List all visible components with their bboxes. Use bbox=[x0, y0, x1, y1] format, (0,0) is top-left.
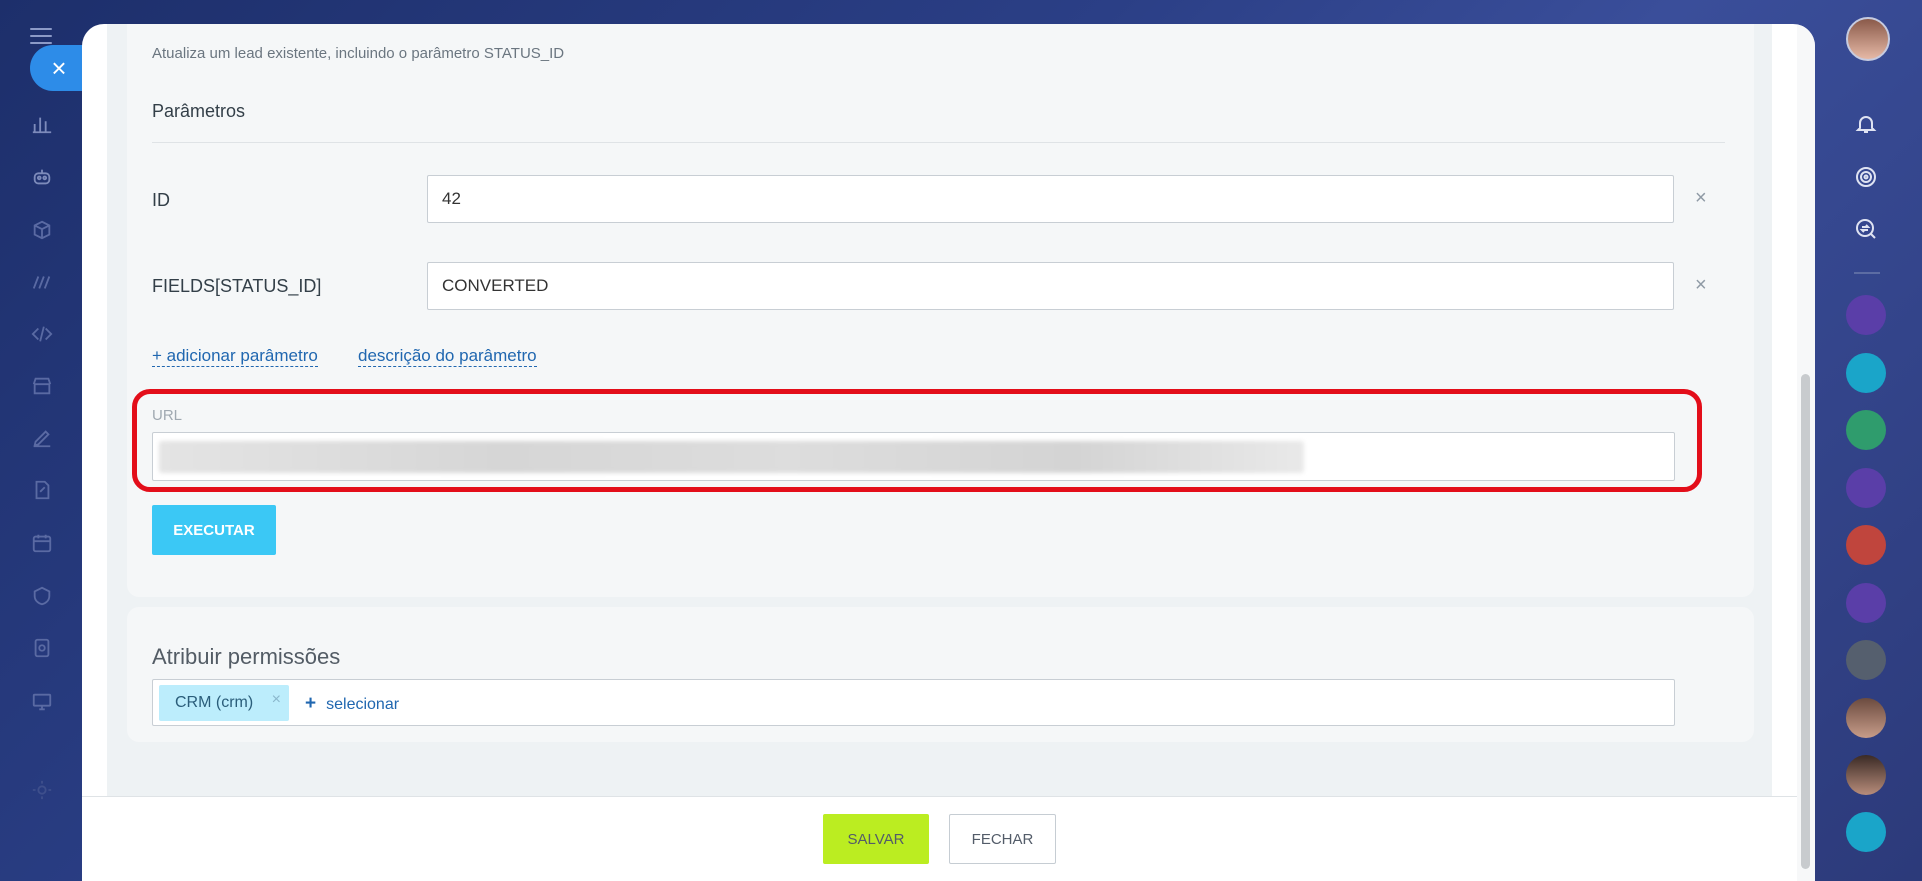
add-param-link[interactable]: + adicionar parâmetro bbox=[152, 346, 318, 367]
params-title: Parâmetros bbox=[152, 101, 246, 121]
select-scope-link[interactable]: + selecionar bbox=[305, 693, 399, 715]
monitor-icon[interactable] bbox=[28, 688, 56, 716]
scope-tag: CRM (crm) × bbox=[159, 685, 289, 721]
task-chat-icon[interactable] bbox=[1846, 353, 1886, 393]
openline-chat-icon[interactable] bbox=[1846, 295, 1886, 335]
store-icon[interactable] bbox=[28, 372, 56, 400]
group-chat-icon[interactable] bbox=[1846, 525, 1886, 565]
param-description-link[interactable]: descrição do parâmetro bbox=[358, 346, 537, 367]
calendar-icon[interactable] bbox=[28, 529, 56, 557]
right-sidebar bbox=[1812, 0, 1922, 881]
param-name: ID bbox=[152, 190, 170, 210]
target-icon[interactable] bbox=[1846, 157, 1886, 197]
left-sidebar: × bbox=[0, 0, 88, 881]
user-avatar[interactable] bbox=[1846, 17, 1890, 61]
contact-avatar[interactable] bbox=[1846, 698, 1886, 738]
bell-icon[interactable] bbox=[1846, 104, 1886, 144]
pen-icon[interactable] bbox=[28, 424, 56, 452]
url-blurred-value bbox=[159, 441, 1304, 473]
panel-content: Atualiza um lead existente, incluindo o … bbox=[107, 24, 1772, 796]
remove-param-button[interactable]: × bbox=[1695, 274, 1707, 297]
scrollbar[interactable] bbox=[1797, 24, 1815, 881]
url-label: URL bbox=[152, 407, 183, 424]
permissions-card: Atribuir permissões CRM (crm) × + selecio… bbox=[127, 607, 1754, 742]
permissions-selector[interactable]: CRM (crm) × + selecionar bbox=[152, 679, 1675, 726]
contact-avatar[interactable] bbox=[1846, 755, 1886, 795]
sign-icon[interactable] bbox=[28, 268, 56, 296]
shield-icon[interactable] bbox=[28, 582, 56, 610]
remove-param-button[interactable]: × bbox=[1695, 187, 1707, 210]
gear-icon[interactable] bbox=[28, 776, 56, 804]
divider bbox=[1854, 272, 1880, 274]
divider bbox=[152, 142, 1725, 143]
slider-panel: Atualiza um lead existente, incluindo o … bbox=[82, 24, 1815, 881]
document-edit-icon[interactable] bbox=[28, 476, 56, 504]
settings-box-icon[interactable] bbox=[28, 634, 56, 662]
scrollbar-thumb[interactable] bbox=[1801, 374, 1810, 869]
group-chat-icon[interactable] bbox=[1846, 410, 1886, 450]
robot-icon[interactable] bbox=[28, 163, 56, 191]
footer-bar: SALVAR FECHAR bbox=[82, 796, 1797, 881]
permissions-title: Atribuir permissões bbox=[152, 644, 341, 669]
method-description: Atualiza um lead existente, incluindo o … bbox=[152, 45, 565, 62]
chart-icon[interactable] bbox=[28, 110, 56, 138]
close-slider-button[interactable]: × bbox=[30, 45, 88, 91]
search-refresh-icon[interactable] bbox=[1846, 209, 1886, 249]
chat-bubble-icon[interactable] bbox=[1846, 812, 1886, 852]
url-field[interactable] bbox=[152, 432, 1675, 481]
close-button[interactable]: FECHAR bbox=[949, 814, 1056, 864]
close-icon: × bbox=[51, 52, 67, 83]
openline-chat-icon[interactable] bbox=[1846, 583, 1886, 623]
scope-tag-label: CRM (crm) bbox=[175, 694, 254, 711]
plus-icon: + bbox=[305, 693, 317, 714]
remove-scope-button[interactable]: × bbox=[272, 691, 281, 709]
select-scope-label: selecionar bbox=[326, 696, 400, 713]
code-icon[interactable] bbox=[28, 320, 56, 348]
save-button[interactable]: SALVAR bbox=[823, 814, 929, 864]
param-name: FIELDS[STATUS_ID] bbox=[152, 276, 322, 296]
execute-button[interactable]: EXECUTAR bbox=[152, 505, 276, 555]
openline-chat-icon[interactable] bbox=[1846, 468, 1886, 508]
method-card: Atualiza um lead existente, incluindo o … bbox=[127, 24, 1754, 597]
status-circle-icon[interactable] bbox=[1846, 640, 1886, 680]
param-value-input[interactable] bbox=[427, 175, 1674, 223]
param-value-input[interactable] bbox=[427, 262, 1674, 310]
box-icon[interactable] bbox=[28, 216, 56, 244]
